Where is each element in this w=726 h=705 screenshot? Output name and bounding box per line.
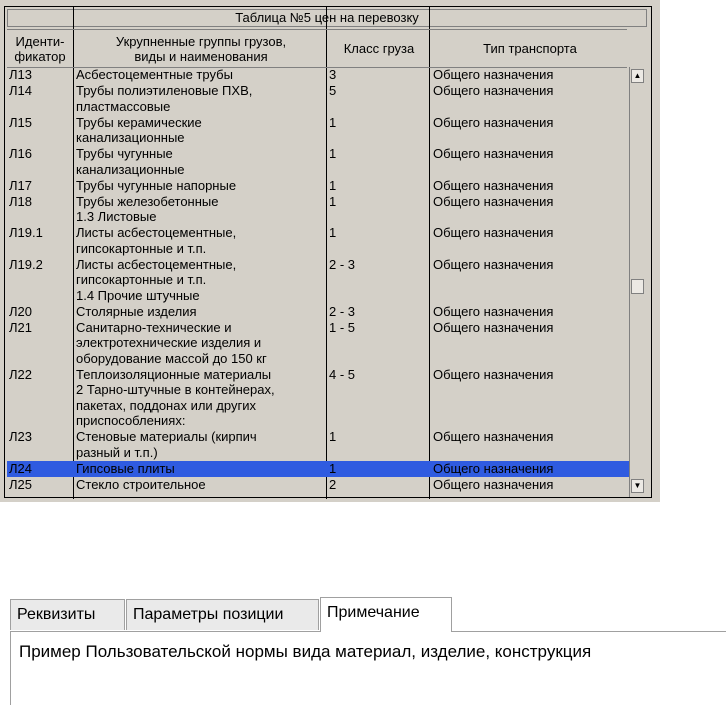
cell-name: Трубы полиэтиленовые ПХВ, пластмассовые [76,83,253,114]
tab-position-params[interactable]: Параметры позиции [126,599,319,630]
cell-name: Стекло строительное [76,476,206,492]
cell-class: 1 [329,146,337,161]
price-table: Таблица №5 цен на перевозку Иденти- фика… [4,6,652,499]
cell-transport: Общего назначения [433,256,554,272]
tab-requisites[interactable]: Реквизиты [10,599,125,630]
cell-id: Л15 [9,114,32,130]
cell-class: 1 - 5 [329,319,356,335]
cell-class: 1 [329,429,337,444]
header-name[interactable]: Укрупненные группы грузов, виды и наимен… [75,30,327,67]
table-title: Таблица №5 цен на перевозку [7,9,647,27]
table-row[interactable]: Л22 Теплоизоляционные материалы 2 Тарно-ш… [7,367,629,430]
cell-class: 1 [329,460,337,476]
cell-transport: Общего назначения [433,83,554,98]
cell-transport: Общего назначения [433,225,554,240]
header-class[interactable]: Класс груза [328,30,430,67]
cell-transport: Общего назначения [433,319,554,335]
cell-class: 3 [329,67,337,82]
cell-name: Листы асбестоцементные, гипсокартонные и… [76,256,237,303]
note-text[interactable]: Пример Пользовательской нормы вида матер… [19,642,591,662]
table-row[interactable]: Л24 Гипсовые плиты 1 Общего назначения [7,460,629,477]
cell-class: 2 - 3 [329,256,356,272]
cell-transport: Общего назначения [433,114,554,130]
cell-name: Трубы железобетонные 1.3 Листовые [76,193,219,225]
cell-name: Листы асбестоцементные, гипсокартонные и… [76,225,237,256]
cell-id: Л23 [9,429,32,444]
table-row[interactable]: Л14 Трубы полиэтиленовые ПХВ, пластмассов… [7,83,629,115]
table-row[interactable]: Л17 Трубы чугунные напорные 1 Общего назнач… [7,178,629,194]
tab-panel: Реквизиты Параметры позиции Примечание П… [10,597,726,705]
vertical-scrollbar[interactable]: ▲ ▼ [629,67,645,497]
table-row[interactable]: Л16 Трубы чугунные канализационные 1 Общего… [7,146,629,178]
cell-id: Л13 [9,67,32,82]
cell-transport: Общего назначения [433,476,554,492]
table-row[interactable]: Л13 Асбестоцементные трубы 3 Общего назначе… [7,67,629,83]
cell-id: Л17 [9,177,32,193]
header-transport[interactable]: Тип транспорта [431,30,629,67]
cell-name: Столярные изделия [76,303,197,319]
table-row[interactable]: Л20 Столярные изделия 2 - 3 Общего назначен… [7,304,629,320]
table-body: Л13 Асбестоцементные трубы 3 Общего назначе… [7,67,629,495]
scroll-thumb[interactable] [631,279,644,294]
cell-class: 4 - 5 [329,366,356,382]
cell-class: 2 [329,476,337,492]
table-header: Иденти- фикатор Укрупненные группы грузо… [7,29,627,68]
cell-name: Трубы чугунные напорные [76,177,237,193]
table-row[interactable]: Л15 Трубы керамические канализационные 1 Об… [7,115,629,147]
table-row[interactable]: Л21 Санитарно-технические и электротехнич… [7,320,629,367]
scroll-up-icon[interactable]: ▲ [631,69,644,83]
cell-transport: Общего назначения [433,67,554,82]
table-row[interactable]: Л18 Трубы железобетонные 1.3 Листовые 1 Общ… [7,194,629,226]
cell-class: 1 [329,225,337,240]
cell-name: Стеновые материалы (кирпич разный и т.п.… [76,429,257,460]
cell-class: 2 - 3 [329,303,356,319]
scroll-down-icon[interactable]: ▼ [631,479,644,493]
cell-id: Л22 [9,366,32,382]
cell-transport: Общего назначения [433,460,554,476]
cell-id: Л25 [9,476,32,492]
cell-class: 1 [329,114,337,130]
cell-id: Л21 [9,319,32,335]
table-row[interactable]: Л19.1 Листы асбестоцементные, гипсокартон… [7,225,629,257]
cell-name: Асбестоцементные трубы [76,67,233,82]
cell-transport: Общего назначения [433,303,554,319]
price-table-window: Таблица №5 цен на перевозку Иденти- фика… [0,0,660,502]
cell-id: Л24 [9,460,32,476]
cell-id: Л20 [9,303,32,319]
cell-name: Гипсовые плиты [76,460,175,476]
cell-transport: Общего назначения [433,193,554,209]
cell-id: Л14 [9,83,32,98]
tab-note[interactable]: Примечание [320,597,452,632]
cell-class: 1 [329,193,337,209]
cell-id: Л19.2 [9,256,43,272]
cell-transport: Общего назначения [433,366,554,382]
note-content[interactable]: Пример Пользовательской нормы вида матер… [10,631,726,705]
cell-class: 1 [329,177,337,193]
table-row[interactable]: Л19.2 Листы асбестоцементные, гипсокартон… [7,257,629,304]
cell-class: 5 [329,83,337,98]
table-row[interactable]: Л23 Стеновые материалы (кирпич разный и т… [7,429,629,461]
cell-transport: Общего назначения [433,429,554,444]
cell-id: Л18 [9,193,32,209]
cell-transport: Общего назначения [433,177,554,193]
cell-name: Трубы чугунные канализационные [76,146,185,177]
header-id[interactable]: Иденти- фикатор [7,30,73,67]
cell-name: Санитарно-технические и электротехническ… [76,319,267,366]
cell-name: Теплоизоляционные материалы 2 Тарно-штуч… [76,366,275,429]
table-row[interactable]: Л25 Стекло строительное 2 Общего назначения [7,477,629,493]
cell-name: Трубы керамические канализационные [76,114,202,146]
cell-id: Л16 [9,146,32,161]
cell-id: Л19.1 [9,225,43,240]
cell-transport: Общего назначения [433,146,554,161]
